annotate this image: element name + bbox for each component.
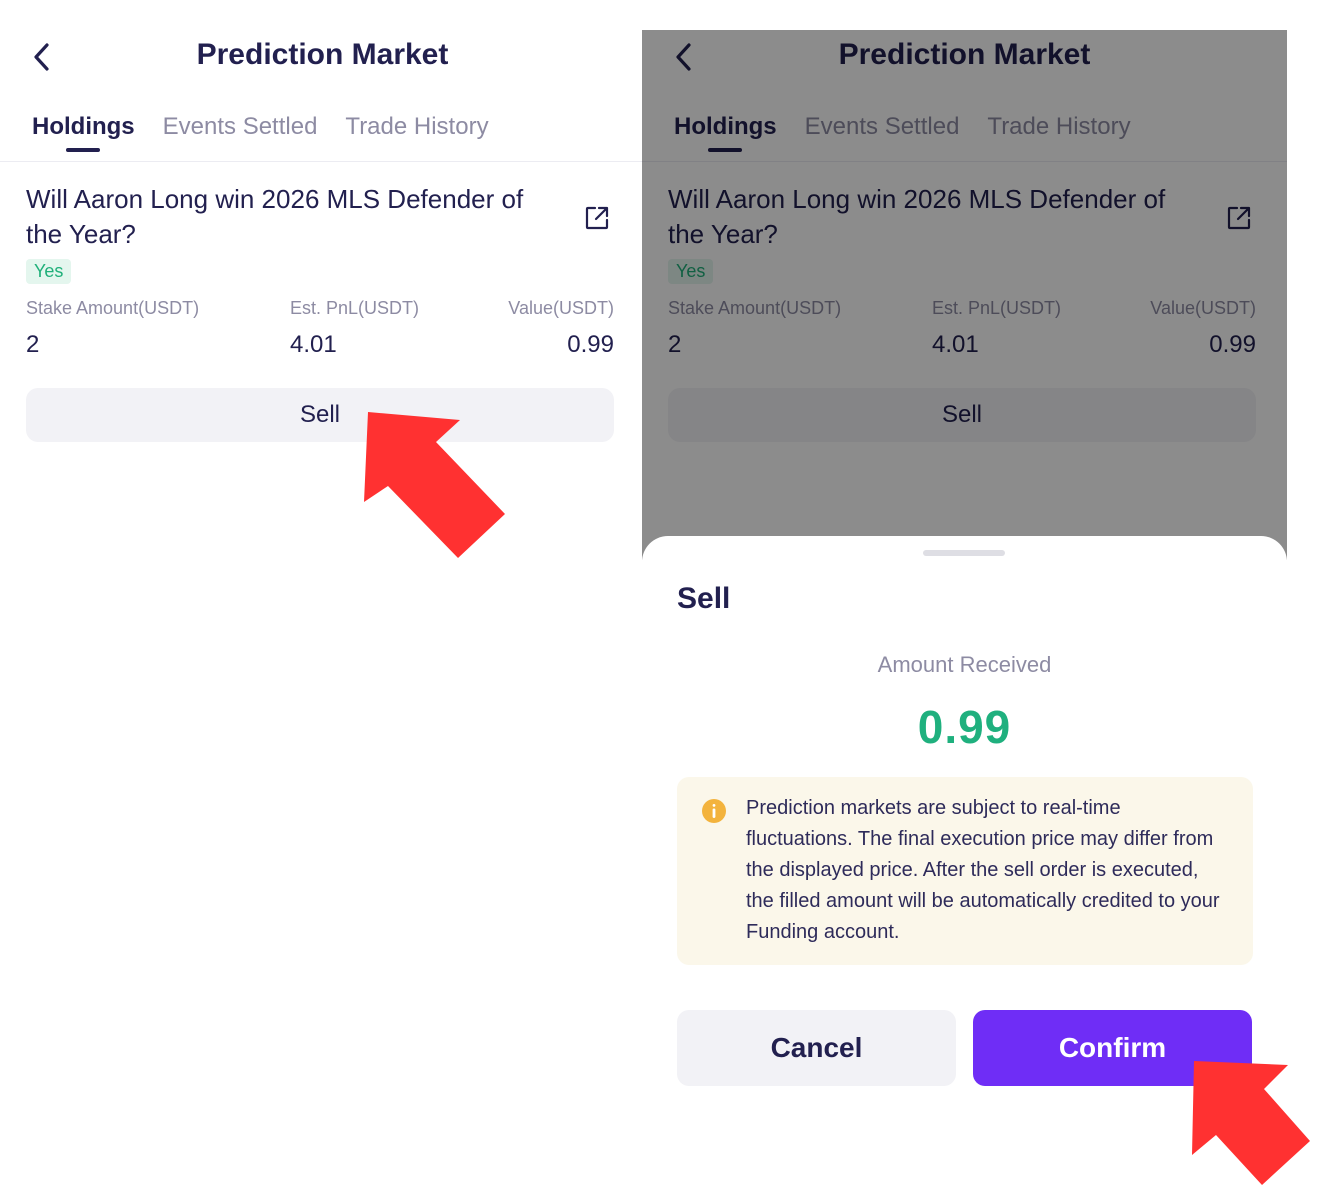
outcome-badge: Yes [26, 259, 72, 284]
notice-text: Prediction markets are subject to real-t… [746, 797, 1220, 943]
value-value: 0.99 [567, 331, 614, 358]
header: Prediction Market [0, 30, 645, 82]
amount-received-label: Amount Received [877, 652, 1052, 677]
pnl-value: 4.01 [290, 331, 337, 358]
external-link-icon[interactable] [584, 205, 610, 231]
stake-label: Stake Amount(USDT) [26, 298, 200, 318]
risk-notice: Prediction markets are subject to real-t… [677, 777, 1253, 965]
page-title: Prediction Market [196, 38, 449, 71]
active-tab-indicator [66, 148, 101, 152]
pointer-arrow-icon [364, 412, 505, 558]
market-question[interactable]: Will Aaron Long win 2026 MLS Defender of… [26, 182, 566, 252]
divider [0, 161, 645, 162]
tab-label: Events Settled [162, 113, 318, 140]
sheet-title: Sell [677, 582, 731, 615]
tab-bar: Holdings Events Settled Trade History [32, 110, 489, 156]
info-icon [702, 799, 726, 823]
modal-backdrop[interactable] [642, 30, 1287, 560]
cancel-button[interactable]: Cancel [677, 1010, 956, 1086]
tab-label: Holdings [32, 113, 135, 140]
stake-value: 2 [26, 331, 40, 358]
tab-holdings[interactable]: Holdings [32, 110, 135, 156]
sell-sheet-screen: Prediction Market Holdings Events Settle… [642, 0, 1287, 1204]
holdings-screen: Prediction Market Holdings Events Settle… [0, 0, 645, 1204]
pointer-arrow-icon [1192, 1061, 1310, 1185]
drag-handle[interactable] [923, 550, 1005, 556]
amount-received-value: 0.99 [917, 701, 1012, 753]
pnl-label: Est. PnL(USDT) [290, 298, 420, 318]
tab-events-settled[interactable]: Events Settled [163, 110, 318, 156]
value-label: Value(USDT) [508, 298, 614, 318]
tab-label: Trade History [345, 113, 489, 140]
tab-trade-history[interactable]: Trade History [345, 110, 488, 156]
